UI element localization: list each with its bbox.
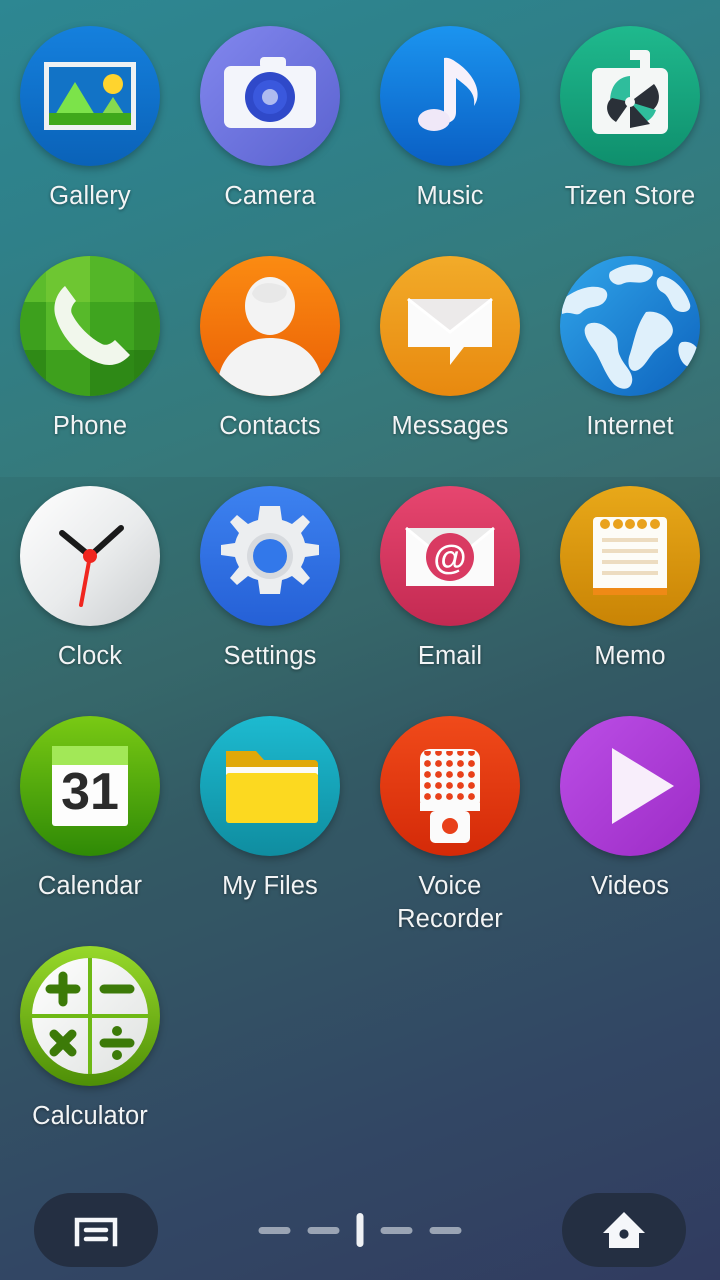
app-item-clock[interactable]: Clock: [0, 484, 180, 714]
tizen-store-icon: [558, 24, 702, 168]
app-label: Internet: [586, 412, 674, 440]
app-label: Messages: [391, 412, 509, 440]
gear-icon: [198, 484, 342, 628]
app-item-tizen-store[interactable]: Tizen Store: [540, 24, 720, 254]
menu-recents-key[interactable]: [34, 1193, 158, 1267]
tizen-app-launcher-screen: { "screen": { "title": "App Launcher", "…: [0, 0, 720, 1280]
app-label: Settings: [223, 642, 317, 670]
analog-clock-icon: [18, 484, 162, 628]
app-item-my-files[interactable]: My Files: [180, 714, 360, 944]
app-label: Memo: [594, 642, 666, 670]
play-triangle-icon: [558, 714, 702, 858]
page-dot-5[interactable]: [429, 1226, 462, 1234]
app-item-settings[interactable]: Settings: [180, 484, 360, 714]
app-item-music[interactable]: Music: [360, 24, 540, 254]
message-bubble-icon: [378, 254, 522, 398]
page-dot-4[interactable]: [380, 1226, 413, 1234]
home-house-icon: [601, 1209, 647, 1251]
app-item-camera[interactable]: Camera: [180, 24, 360, 254]
gallery-icon: [18, 24, 162, 168]
page-dot-2[interactable]: [307, 1226, 340, 1234]
calendar-31-icon: 31: [18, 714, 162, 858]
app-item-email[interactable]: @ Email: [360, 484, 540, 714]
app-label: My Files: [222, 872, 318, 900]
app-label: Camera: [224, 182, 316, 210]
globe-icon: [558, 254, 702, 398]
app-item-messages[interactable]: Messages: [360, 254, 540, 484]
app-label: Phone: [52, 412, 128, 440]
app-label: Contacts: [219, 412, 321, 440]
app-label: Tizen Store: [564, 182, 696, 210]
svg-text:@: @: [433, 539, 466, 577]
app-item-phone[interactable]: Phone: [0, 254, 180, 484]
email-at-icon: @: [378, 484, 522, 628]
microphone-icon: [378, 714, 522, 858]
phone-handset-icon: [18, 254, 162, 398]
menu-window-icon: [73, 1210, 119, 1250]
folder-icon: [198, 714, 342, 858]
page-indicator: [258, 1210, 462, 1250]
app-item-memo[interactable]: Memo: [540, 484, 720, 714]
music-note-icon: [378, 24, 522, 168]
page-dot-3-active[interactable]: [356, 1213, 364, 1247]
app-label: Voice Recorder: [397, 872, 503, 933]
app-label: Email: [417, 642, 483, 670]
app-label: Gallery: [49, 182, 131, 210]
app-label: Music: [416, 182, 484, 210]
app-item-gallery[interactable]: Gallery: [0, 24, 180, 254]
app-item-calendar[interactable]: 31 Calendar: [0, 714, 180, 944]
calendar-day-number: 31: [61, 763, 119, 821]
app-label: Videos: [590, 872, 670, 900]
memo-notepad-icon: [558, 484, 702, 628]
bottom-navigation-bar: [0, 1180, 720, 1280]
camera-icon: [198, 24, 342, 168]
app-item-videos[interactable]: Videos: [540, 714, 720, 944]
app-label: Calendar: [37, 872, 143, 900]
app-grid: Gallery Camera Music Tizen Store Phone C…: [0, 0, 720, 1180]
app-label: Clock: [57, 642, 123, 670]
contacts-person-icon: [198, 254, 342, 398]
app-item-voice-recorder[interactable]: Voice Recorder: [360, 714, 540, 944]
app-item-contacts[interactable]: Contacts: [180, 254, 360, 484]
page-dot-1[interactable]: [258, 1226, 291, 1234]
app-label: Calculator: [32, 1102, 148, 1130]
app-item-calculator[interactable]: Calculator: [0, 944, 180, 1174]
app-item-internet[interactable]: Internet: [540, 254, 720, 484]
home-key[interactable]: [562, 1193, 686, 1267]
calculator-icon: [18, 944, 162, 1088]
